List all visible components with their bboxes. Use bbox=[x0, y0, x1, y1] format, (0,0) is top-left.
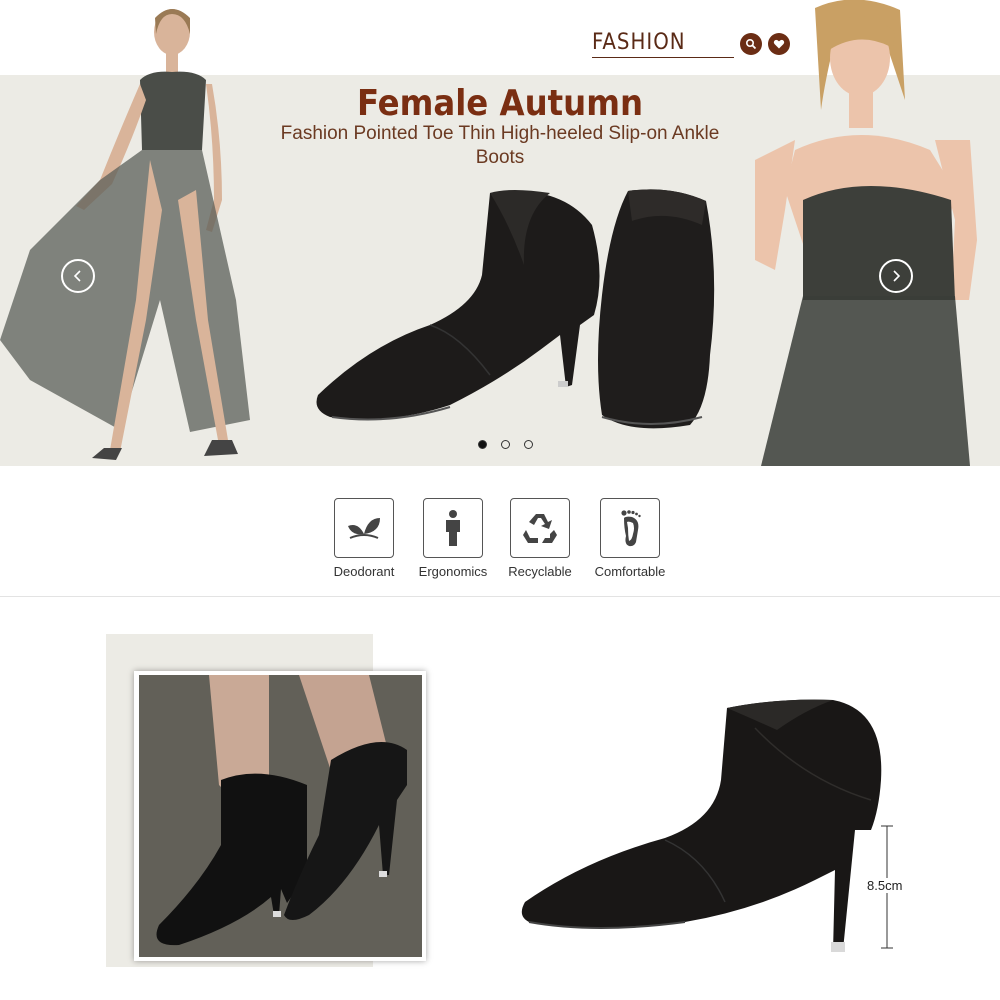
leaf-icon bbox=[348, 518, 380, 539]
recycle-icon bbox=[523, 514, 557, 543]
feature-deodorant: Deodorant bbox=[320, 498, 408, 579]
chevron-right-icon bbox=[893, 270, 901, 282]
model-right-image bbox=[755, 0, 977, 466]
hero-subtitle: Fashion Pointed Toe Thin High-heeled Sli… bbox=[280, 123, 720, 168]
footprint-icon bbox=[621, 510, 641, 547]
hero-title: Female Autumn bbox=[356, 83, 644, 124]
feature-label: Ergonomics bbox=[418, 564, 488, 579]
heel-height-label: 8.5cm bbox=[866, 878, 904, 893]
feature-comfortable: Comfortable bbox=[582, 498, 678, 579]
brand-header: FASHION bbox=[592, 30, 790, 58]
feature-list: Deodorant Ergonomics Recyclable Comforta… bbox=[320, 498, 678, 579]
carousel-dot-2[interactable] bbox=[501, 440, 510, 449]
model-left-image bbox=[0, 9, 250, 460]
feature-icon-box bbox=[423, 498, 483, 558]
heart-icon bbox=[773, 39, 784, 49]
feature-ergonomics: Ergonomics bbox=[408, 498, 498, 579]
search-button[interactable] bbox=[739, 33, 762, 55]
person-icon bbox=[446, 510, 460, 546]
section-divider bbox=[0, 596, 1000, 597]
favorite-button[interactable] bbox=[767, 33, 790, 55]
brand-logo-text[interactable]: FASHION bbox=[592, 30, 734, 58]
feature-icon-box bbox=[334, 498, 394, 558]
feature-label: Recyclable bbox=[508, 564, 572, 579]
feature-icon-box bbox=[510, 498, 570, 558]
feature-label: Comfortable bbox=[594, 564, 666, 579]
search-icon bbox=[745, 38, 756, 50]
carousel-pagination bbox=[478, 440, 533, 449]
carousel-dot-1[interactable] bbox=[478, 440, 487, 449]
feature-recyclable: Recyclable bbox=[498, 498, 582, 579]
boot-side-view-image bbox=[521, 699, 882, 952]
hero-boots-image bbox=[316, 189, 715, 429]
feature-icon-box bbox=[600, 498, 660, 558]
chevron-left-icon bbox=[73, 270, 81, 282]
worn-boots-photo bbox=[139, 675, 422, 957]
carousel-dot-3[interactable] bbox=[524, 440, 533, 449]
hero-banner: FASHION Female Autumn Fashion Pointed To… bbox=[0, 0, 1000, 466]
carousel-prev-button[interactable] bbox=[61, 259, 95, 293]
feature-label: Deodorant bbox=[333, 564, 395, 579]
carousel-next-button[interactable] bbox=[879, 259, 913, 293]
